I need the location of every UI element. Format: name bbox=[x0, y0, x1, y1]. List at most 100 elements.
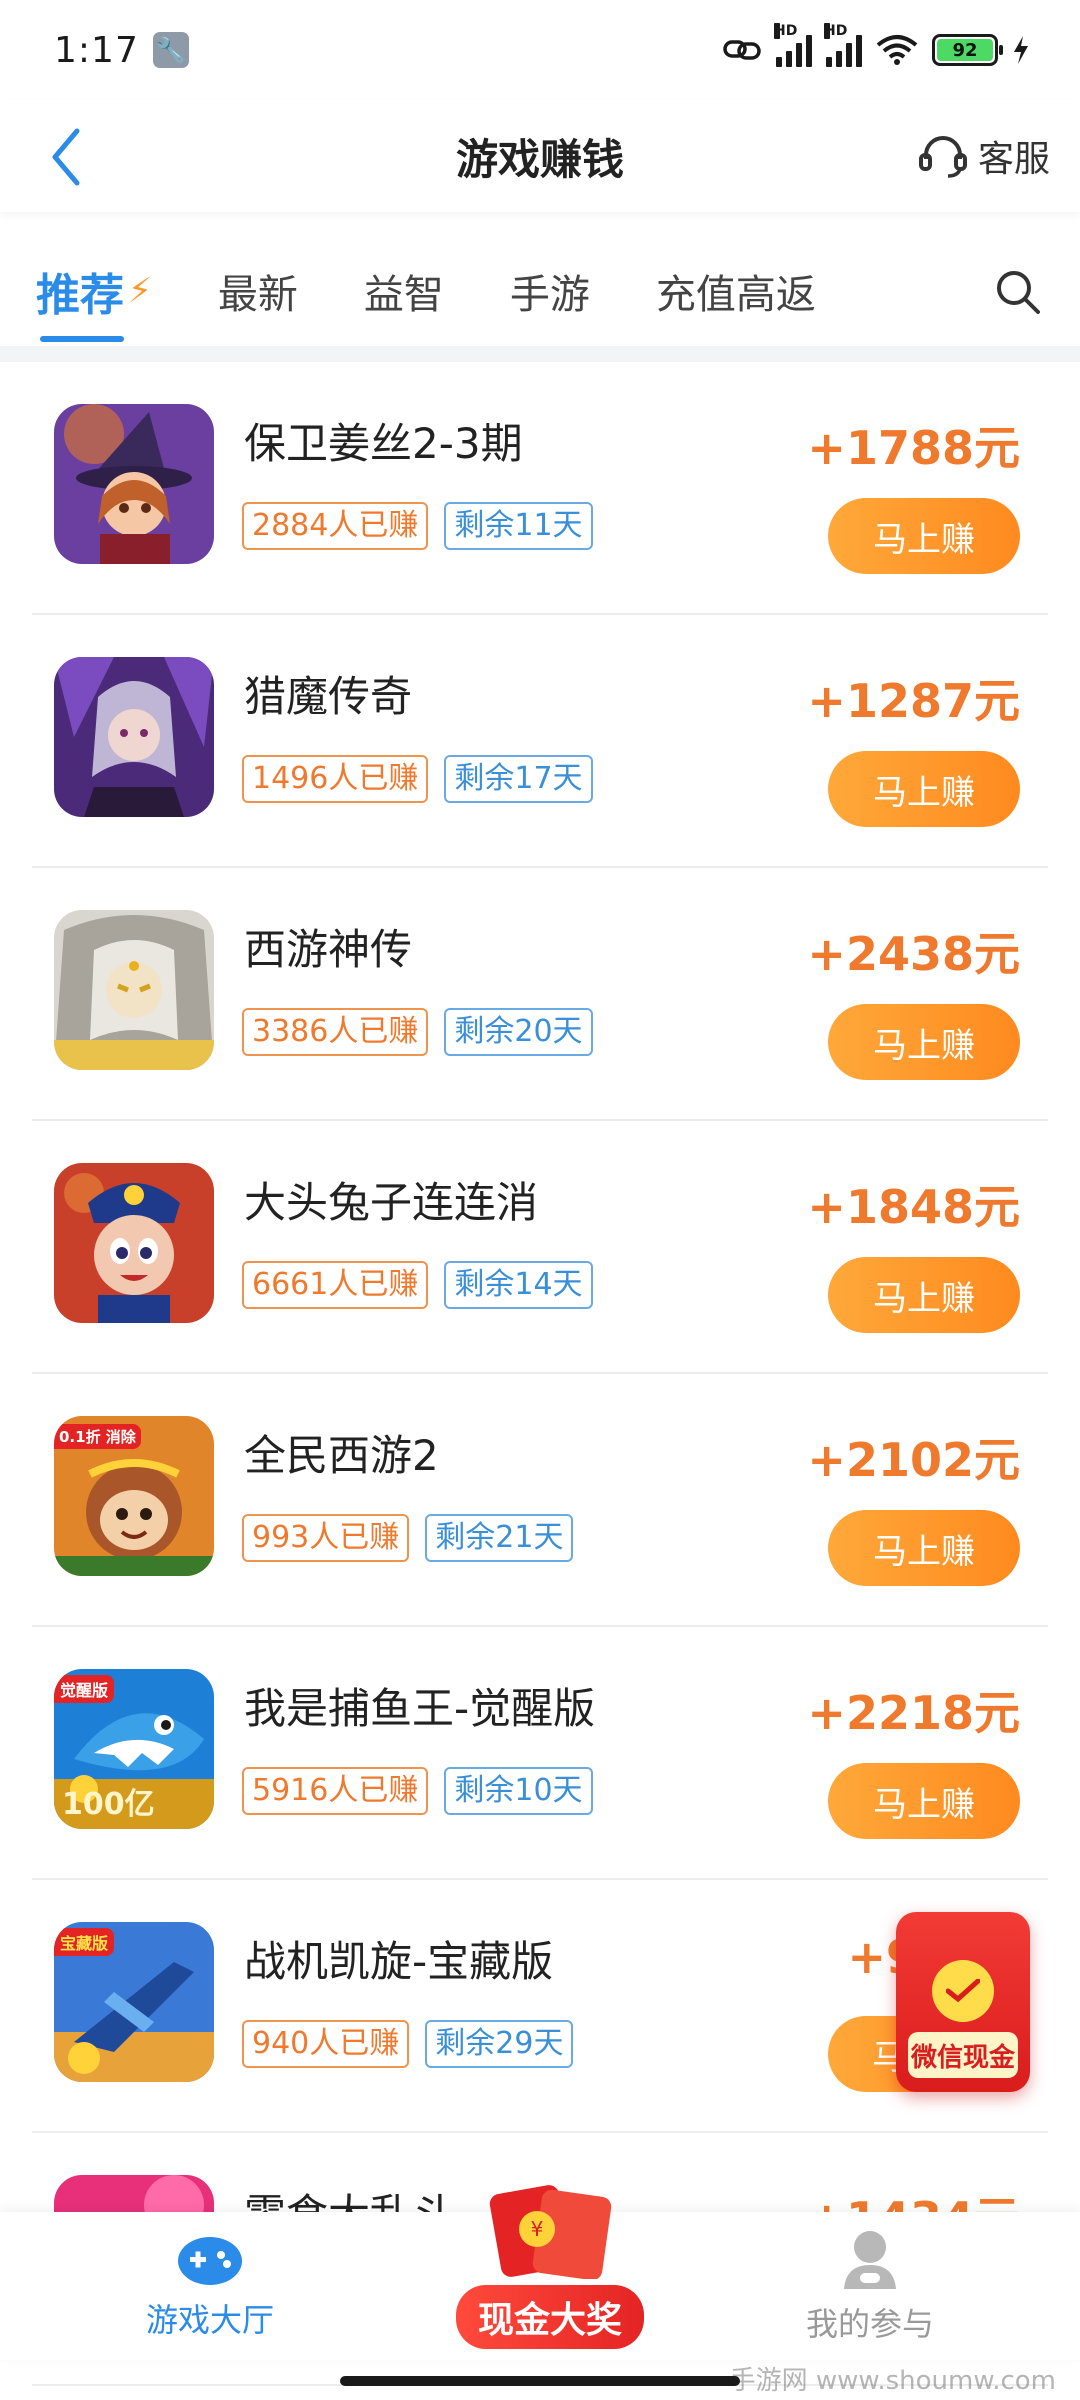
game-name: 西游神传 bbox=[244, 925, 413, 974]
user-gamepad-icon bbox=[844, 2231, 896, 2289]
chevron-left-icon bbox=[52, 128, 80, 186]
search-button[interactable] bbox=[992, 266, 1046, 320]
signal-icon-2: HD bbox=[824, 23, 862, 67]
remaining-days-tag: 剩余10天 bbox=[444, 1767, 593, 1815]
game-tags: 993人已赚 剩余21天 bbox=[242, 1514, 574, 1562]
earn-now-button[interactable]: 马上赚 bbox=[828, 1004, 1020, 1080]
game-name: 战机凯旋-宝藏版 bbox=[244, 1937, 554, 1986]
page-title: 游戏赚钱 bbox=[455, 134, 624, 184]
home-indicator[interactable] bbox=[340, 2376, 740, 2386]
red-packet-label: 微信现金 bbox=[908, 2032, 1018, 2078]
list-item[interactable]: 大头兔子连连消 6661人已赚 剩余14天 +1848元 马上赚 bbox=[32, 1121, 1048, 1374]
red-envelope-icon: ¥ bbox=[475, 2183, 625, 2281]
wifi-icon bbox=[876, 35, 918, 65]
earn-now-button[interactable]: 马上赚 bbox=[828, 1257, 1020, 1333]
remaining-days-tag: 剩余29天 bbox=[425, 2020, 574, 2068]
list-item[interactable]: 保卫姜丝2-3期 2884人已赚 剩余11天 +1788元 马上赚 bbox=[32, 362, 1048, 615]
nav-game-hall[interactable]: 游戏大厅 bbox=[80, 2212, 340, 2360]
game-tags: 2884人已赚 剩余11天 bbox=[242, 502, 593, 550]
remaining-days-tag: 剩余14天 bbox=[444, 1261, 593, 1309]
customer-service-button[interactable]: 客服 bbox=[918, 130, 1050, 182]
battery-level: 92 bbox=[937, 39, 993, 61]
nav-header: 游戏赚钱 客服 bbox=[0, 100, 1080, 212]
hd-label-2: HD bbox=[824, 23, 848, 39]
bottom-nav: 游戏大厅 ¥ 现金大奖 我的参与 bbox=[0, 2185, 1080, 2360]
nav-label: 现金大奖 bbox=[455, 2285, 644, 2349]
nav-label: 游戏大厅 bbox=[145, 2301, 274, 2339]
list-item[interactable]: 西游神传 3386人已赚 剩余20天 +2438元 马上赚 bbox=[32, 868, 1048, 1121]
game-tags: 3386人已赚 剩余20天 bbox=[242, 1008, 593, 1056]
wechat-cash-red-packet[interactable]: 微信现金 bbox=[896, 1912, 1030, 2092]
status-icons: HD HD 92 bbox=[722, 23, 1030, 67]
remaining-days-tag: 剩余20天 bbox=[444, 1008, 593, 1056]
reward-amount: +2438元 bbox=[807, 927, 1020, 981]
tab-recommend[interactable]: 推荐 ⚡ bbox=[36, 236, 152, 346]
list-item[interactable]: 猎魔传奇 1496人已赚 剩余17天 +1287元 马上赚 bbox=[32, 615, 1048, 868]
list-item[interactable]: 0.1折 消除 全民西游2 993人已赚 剩余21天 +2102元 马上赚 bbox=[32, 1374, 1048, 1627]
tab-label: 手游 bbox=[509, 272, 590, 318]
earn-now-button[interactable]: 马上赚 bbox=[828, 498, 1020, 574]
earned-count-tag: 1496人已赚 bbox=[242, 755, 429, 803]
game-tags: 940人已赚 剩余29天 bbox=[242, 2020, 574, 2068]
icon-amount-text: 100亿 bbox=[62, 1787, 155, 1822]
earn-now-button[interactable]: 马上赚 bbox=[828, 1510, 1020, 1586]
game-tags: 5916人已赚 剩余10天 bbox=[242, 1767, 593, 1815]
red-packet-seal-icon bbox=[932, 1960, 994, 2022]
reward-amount: +2102元 bbox=[807, 1433, 1020, 1487]
icon-badge: 宝藏版 bbox=[54, 1928, 115, 1956]
status-bar: 1:17 🔧 HD HD 92 bbox=[0, 0, 1080, 100]
earn-now-button[interactable]: 马上赚 bbox=[828, 1763, 1020, 1839]
game-name: 猎魔传奇 bbox=[244, 672, 413, 721]
earned-count-tag: 993人已赚 bbox=[242, 1514, 410, 1562]
list-item[interactable]: 觉醒版 100亿 我是捕鱼王-觉醒版 5916人已赚 剩余10天 +2218元 … bbox=[32, 1627, 1048, 1880]
earn-now-button[interactable]: 马上赚 bbox=[828, 751, 1020, 827]
fighter-jet-game-icon: 宝藏版 bbox=[54, 1922, 214, 2082]
game-name: 大头兔子连连消 bbox=[244, 1178, 539, 1227]
tab-label: 最新 bbox=[217, 272, 298, 318]
tab-label: 充值高返 bbox=[655, 272, 816, 318]
customer-service-label: 客服 bbox=[977, 139, 1050, 180]
back-button[interactable] bbox=[36, 122, 96, 192]
reward-amount: +1848元 bbox=[807, 1180, 1020, 1234]
section-divider bbox=[0, 346, 1080, 362]
watermark: 手游网 www.shoumw.com bbox=[729, 2366, 1056, 2396]
active-tab-indicator bbox=[40, 336, 124, 342]
headset-icon bbox=[918, 136, 967, 178]
category-tabs: 推荐 ⚡ 最新 益智 手游 充值高返 bbox=[0, 236, 1080, 346]
tab-label: 益智 bbox=[363, 272, 444, 318]
earned-count-tag: 5916人已赚 bbox=[242, 1767, 429, 1815]
status-time: 1:17 bbox=[54, 29, 139, 71]
xiyou-god-game-icon bbox=[54, 910, 214, 1070]
reward-amount: +1287元 bbox=[807, 674, 1020, 728]
tab-mobile-games[interactable]: 手游 bbox=[510, 236, 590, 346]
icon-badge: 觉醒版 bbox=[54, 1675, 115, 1703]
earned-count-tag: 2884人已赚 bbox=[242, 502, 429, 550]
earned-count-tag: 940人已赚 bbox=[242, 2020, 410, 2068]
remaining-days-tag: 剩余17天 bbox=[444, 755, 593, 803]
tab-puzzle[interactable]: 益智 bbox=[364, 236, 444, 346]
earned-count-tag: 6661人已赚 bbox=[242, 1261, 429, 1309]
game-tags: 1496人已赚 剩余17天 bbox=[242, 755, 593, 803]
battery-icon: 92 bbox=[932, 34, 1003, 66]
earned-count-tag: 3386人已赚 bbox=[242, 1008, 429, 1056]
search-icon bbox=[997, 271, 1040, 314]
hd-label: HD bbox=[774, 23, 798, 39]
signal-icon: HD bbox=[774, 23, 812, 67]
link-icon bbox=[723, 40, 761, 60]
tab-latest[interactable]: 最新 bbox=[218, 236, 298, 346]
witch-game-icon bbox=[54, 404, 214, 564]
reward-amount: +2218元 bbox=[807, 1686, 1020, 1740]
gamepad-icon bbox=[178, 2237, 242, 2285]
svg-text:¥: ¥ bbox=[531, 2217, 544, 2241]
nav-cash-prize[interactable]: ¥ 现金大奖 bbox=[420, 2172, 680, 2360]
nav-my-participation[interactable]: 我的参与 bbox=[740, 2212, 1000, 2360]
reward-amount: +1788元 bbox=[807, 421, 1020, 475]
game-name: 保卫姜丝2-3期 bbox=[244, 419, 523, 468]
nav-label: 我的参与 bbox=[805, 2305, 934, 2343]
charging-icon bbox=[1014, 36, 1028, 64]
game-name: 全民西游2 bbox=[244, 1431, 439, 1480]
monkey-king-game-icon: 0.1折 消除 bbox=[54, 1416, 214, 1576]
fish-king-game-icon: 觉醒版 100亿 bbox=[54, 1669, 214, 1829]
game-name: 我是捕鱼王-觉醒版 bbox=[244, 1684, 596, 1733]
tab-recharge-rebate[interactable]: 充值高返 bbox=[656, 236, 816, 346]
